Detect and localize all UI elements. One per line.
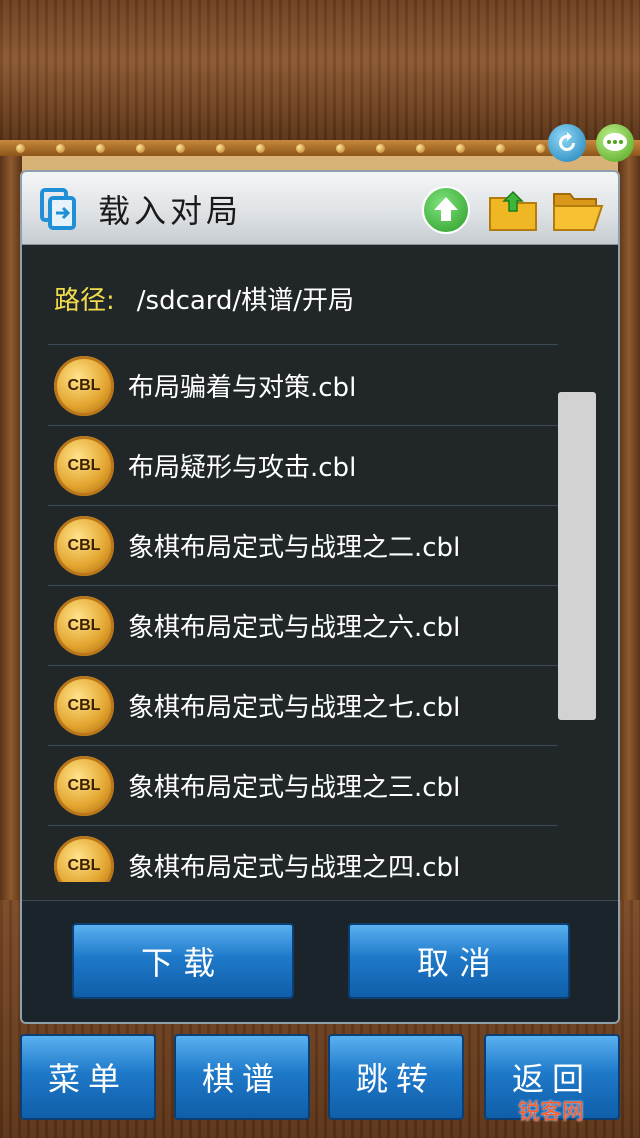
folder-up-icon[interactable] (488, 186, 538, 232)
file-name: 布局疑形与攻击.cbl (128, 453, 357, 483)
dialog-title: 载入对局 (98, 192, 243, 230)
file-name: 象棋布局定式与战理之七.cbl (128, 693, 461, 723)
cbl-file-icon: CBL (54, 515, 114, 576)
jump-button[interactable]: 跳转 (328, 1034, 464, 1120)
cbl-file-icon: CBL (54, 755, 114, 816)
list-item[interactable]: CBL 象棋布局定式与战理之二.cbl (48, 506, 558, 586)
path-label: 路径: (54, 286, 115, 316)
list-item[interactable]: CBL 布局骗着与对策.cbl (48, 346, 558, 426)
cbl-file-icon: CBL (54, 355, 114, 416)
file-name: 布局骗着与对策.cbl (128, 373, 357, 403)
file-name: 象棋布局定式与战理之二.cbl (128, 533, 461, 563)
divider (48, 344, 558, 345)
dialog-header: 载入对局 (22, 172, 618, 245)
home-icon[interactable] (422, 186, 470, 234)
download-button[interactable]: 下载 (72, 923, 294, 999)
file-name: 象棋布局定式与战理之六.cbl (128, 613, 461, 643)
file-list[interactable]: CBL 布局骗着与对策.cbl CBL 布局疑形与攻击.cbl CBL 象棋布局… (48, 346, 558, 882)
cancel-button[interactable]: 取消 (348, 923, 570, 999)
cbl-file-icon: CBL (54, 675, 114, 736)
watermark: 锐客网 (518, 1100, 585, 1125)
list-item[interactable]: CBL 布局疑形与攻击.cbl (48, 426, 558, 506)
list-item[interactable]: CBL 象棋布局定式与战理之四.cbl (48, 826, 558, 882)
dialog-footer: 下载 取消 (22, 900, 618, 1022)
load-game-dialog: 载入对局 路径: /sdcard/棋谱/开局 CBL 布局骗着与对策.cbl CB… (20, 170, 620, 1024)
file-name: 象棋布局定式与战理之三.cbl (128, 773, 461, 803)
wood-frame-left (0, 156, 22, 916)
cbl-file-icon: CBL (54, 595, 114, 656)
list-item[interactable]: CBL 象棋布局定式与战理之三.cbl (48, 746, 558, 826)
menu-button[interactable]: 菜单 (20, 1034, 156, 1120)
wood-frame-right (618, 156, 640, 916)
list-item[interactable]: CBL 象棋布局定式与战理之七.cbl (48, 666, 558, 746)
refresh-icon[interactable] (548, 124, 586, 162)
scrollbar[interactable] (558, 392, 596, 720)
file-name: 象棋布局定式与战理之四.cbl (128, 853, 461, 882)
cbl-file-icon: CBL (54, 835, 114, 882)
path-value: /sdcard/棋谱/开局 (136, 286, 355, 316)
cbl-file-icon: CBL (54, 435, 114, 496)
list-item[interactable]: CBL 象棋布局定式与战理之六.cbl (48, 586, 558, 666)
path-row: 路径: /sdcard/棋谱/开局 (54, 280, 354, 317)
manual-button[interactable]: 棋谱 (174, 1034, 310, 1120)
file-load-icon (36, 186, 82, 232)
rivet-rail (0, 140, 640, 156)
folder-open-icon[interactable] (552, 186, 604, 232)
wood-frame-top (0, 0, 640, 150)
chat-icon[interactable] (596, 124, 634, 162)
